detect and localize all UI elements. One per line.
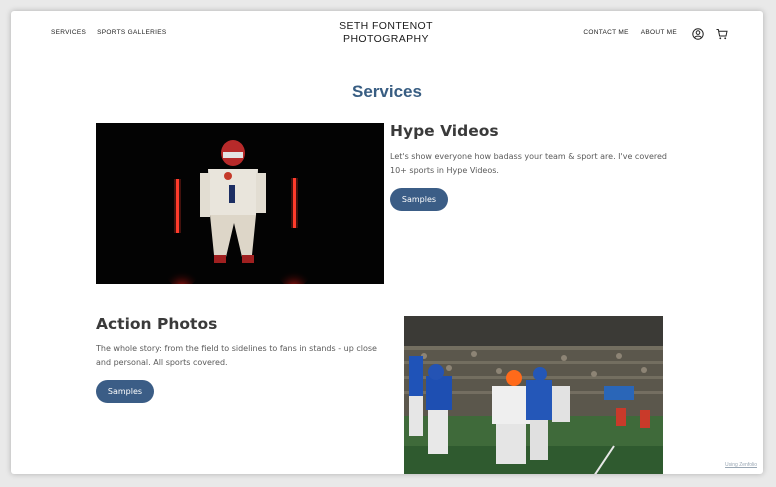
- action-photos-description: The whole story: from the field to sidel…: [96, 344, 377, 367]
- account-icon[interactable]: [692, 25, 704, 40]
- footer-zenfolio-link[interactable]: Using Zenfolio: [725, 462, 757, 468]
- nav-about-me-link[interactable]: ABOUT ME: [641, 29, 677, 36]
- nav-contact-me-link[interactable]: CONTACT ME: [583, 29, 628, 36]
- nav-services-link[interactable]: SERVICES: [51, 29, 86, 36]
- hype-video-image[interactable]: [96, 123, 384, 284]
- browser-window: SERVICES SPORTS GALLERIES SETH FONTENOT …: [11, 11, 763, 474]
- brand-line-1: SETH FONTENOT: [339, 20, 433, 32]
- brand-line-2: PHOTOGRAPHY: [343, 33, 429, 45]
- hype-videos-description: Let's show everyone how badass your team…: [390, 152, 667, 175]
- nav-right: CONTACT ME ABOUT ME: [583, 29, 677, 36]
- action-photos-image[interactable]: [404, 316, 663, 474]
- site-logo[interactable]: SETH FONTENOT PHOTOGRAPHY: [321, 20, 451, 46]
- action-photos-samples-button[interactable]: Samples: [96, 380, 154, 403]
- nav-left: SERVICES SPORTS GALLERIES: [51, 29, 167, 36]
- hype-videos-samples-button[interactable]: Samples: [390, 188, 448, 211]
- cart-icon[interactable]: [716, 25, 728, 40]
- action-photos-title: Action Photos: [96, 315, 218, 333]
- nav-sports-galleries-link[interactable]: SPORTS GALLERIES: [97, 29, 166, 36]
- page-title: Services: [352, 82, 422, 101]
- hype-videos-title: Hype Videos: [390, 122, 499, 140]
